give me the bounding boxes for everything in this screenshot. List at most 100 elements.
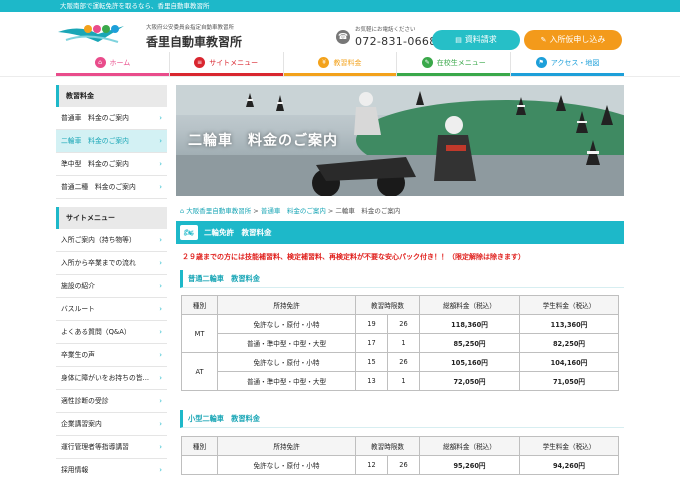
breadcrumb-separator: > bbox=[251, 207, 261, 215]
chevron-right-icon: › bbox=[159, 282, 162, 290]
nav-item-label: 教習料金 bbox=[333, 59, 362, 67]
table-row: 普通・準中型・中型・大型 13 1 72,050円 71,050円 bbox=[182, 371, 619, 391]
sidebar-item-label: 身体に障がいをお持ちの皆... bbox=[61, 374, 150, 382]
phone-number[interactable]: 072-831-0668 bbox=[355, 35, 437, 48]
header-hours: 教習時限数 bbox=[355, 295, 420, 315]
chevron-right-icon: › bbox=[159, 466, 162, 474]
sidebar-item-label: 採用情報 bbox=[61, 466, 89, 474]
nav-item-0[interactable]: ⌂ ホーム bbox=[56, 52, 170, 76]
futsu-nirin-price-table: 種別 所持免許 教習時限数 総額料金（税込） 学生料金（税込） MT 免許なし・原… bbox=[181, 295, 619, 391]
sidebar-item[interactable]: 普通車 料金のご案内 › bbox=[56, 107, 167, 130]
home-icon: ⌂ bbox=[94, 56, 106, 68]
cell-license: 免許なし・原付・小特 bbox=[217, 314, 356, 334]
cell-hours-1: 17 bbox=[355, 333, 388, 353]
sidebar-item[interactable]: 施設の紹介 › bbox=[56, 275, 167, 298]
home-icon: ⌂ bbox=[180, 207, 185, 215]
header-total: 総額料金（税込） bbox=[419, 295, 520, 315]
sidebar-item[interactable]: 準中型 料金のご案内 › bbox=[56, 153, 167, 176]
sidebar-item[interactable]: 普通二種 料金のご案内 › bbox=[56, 176, 167, 199]
nav-item-1[interactable]: ≡ サイトメニュー bbox=[169, 52, 284, 76]
nav-item-3[interactable]: ✎ 在校生メニュー bbox=[397, 52, 512, 76]
breadcrumb-parent[interactable]: 普通車 料金のご案内 bbox=[261, 207, 326, 215]
table-header-row: 種別 所持免許 教習時限数 総額料金（税込） 学生料金（税込） bbox=[181, 436, 619, 456]
sidebar-item[interactable]: 企業講習案内 › bbox=[56, 413, 167, 436]
map-icon: ⚑ bbox=[535, 56, 547, 68]
cell-hours-2: 26 bbox=[387, 352, 420, 372]
sidebar-item[interactable]: よくある質問（Q&A） › bbox=[56, 321, 167, 344]
breadcrumb: ⌂ 大阪香里自動車教習所 > 普通車 料金のご案内 > 二輪車 料金のご案内 bbox=[180, 205, 400, 215]
cell-total: 105,160円 bbox=[419, 352, 520, 372]
cell-total: 118,360円 bbox=[419, 314, 520, 334]
chevron-right-icon: › bbox=[159, 443, 162, 451]
section-title: 二輪免許 教習料金 bbox=[204, 228, 272, 237]
cell-hours-1: 13 bbox=[355, 371, 388, 391]
table-header-row: 種別 所持免許 教習時限数 総額料金（税込） 学生料金（税込） bbox=[181, 295, 619, 315]
cell-student: 71,050円 bbox=[519, 371, 619, 391]
student-icon: ✎ bbox=[421, 56, 433, 68]
school-logo-icon[interactable] bbox=[58, 20, 124, 50]
pre-application-label: 入所仮申し込み bbox=[549, 35, 606, 44]
cell-hours-1: 19 bbox=[355, 314, 388, 334]
sidebar-item-label: 準中型 料金のご案内 bbox=[61, 160, 129, 168]
cell-type: MT bbox=[181, 314, 218, 353]
header-student: 学生料金（税込） bbox=[519, 295, 619, 315]
cell-type bbox=[181, 455, 218, 475]
sidebar-item[interactable]: バスルート › bbox=[56, 298, 167, 321]
safety-pack-notice: ２９歳までの方には技能補習料、検定補習料、再検定料が不要な安心パック付き！！（限… bbox=[182, 253, 525, 261]
cell-type: AT bbox=[181, 352, 218, 391]
sidebar-item[interactable]: 卒業生の声 › bbox=[56, 344, 167, 367]
cell-license: 免許なし・原付・小特 bbox=[217, 455, 356, 475]
sidebar-item-label: 入所から卒業までの流れ bbox=[61, 259, 136, 267]
cell-hours-1: 12 bbox=[355, 455, 388, 475]
sidebar-item[interactable]: 入所ご案内（持ち物等） › bbox=[56, 229, 167, 252]
table-row: 免許なし・原付・小特 12 26 95,260円 94,260円 bbox=[181, 455, 619, 475]
chevron-right-icon: › bbox=[159, 183, 162, 191]
sidebar-heading-fees: 教習料金 bbox=[56, 85, 167, 107]
sidebar-item-label: 入所ご案内（持ち物等） bbox=[61, 236, 136, 244]
sidebar: 教習料金 普通車 料金のご案内 › 二輪車 料金のご案内 › 準中型 料金のご案内 › 普通… bbox=[56, 85, 167, 480]
sidebar-item[interactable]: 二輪車 料金のご案内 › bbox=[56, 130, 167, 153]
menu-icon: ≡ bbox=[194, 56, 206, 68]
cell-student: 94,260円 bbox=[519, 455, 619, 475]
sidebar-item[interactable]: 採用情報 › bbox=[56, 459, 167, 480]
breadcrumb-separator: > bbox=[325, 207, 336, 215]
sidebar-menu-list: 入所ご案内（持ち物等） › 入所から卒業までの流れ › 施設の紹介 › バスルート › よくある… bbox=[56, 229, 167, 480]
nav-item-label: アクセス・地図 bbox=[550, 59, 600, 67]
hero-title: 二輪車 料金のご案内 bbox=[188, 133, 338, 149]
pre-application-button[interactable]: ✎ 入所仮申し込み bbox=[524, 30, 622, 50]
cell-student: 82,250円 bbox=[519, 333, 619, 353]
brochure-request-label: 資料請求 bbox=[464, 35, 497, 44]
chevron-right-icon: › bbox=[159, 305, 162, 313]
section-heading-bar: 🏍 二輪免許 教習料金 bbox=[176, 221, 624, 244]
breadcrumb-home[interactable]: 大阪香里自動車教習所 bbox=[186, 207, 251, 215]
chevron-right-icon: › bbox=[159, 397, 162, 405]
nav-item-label: 在校生メニュー bbox=[436, 59, 486, 67]
motorcycle-icon: 🏍 bbox=[180, 225, 198, 240]
header-student: 学生料金（税込） bbox=[519, 436, 619, 456]
cell-hours-2: 26 bbox=[387, 455, 420, 475]
brochure-request-button[interactable]: ▤ 資料請求 bbox=[432, 30, 520, 50]
sidebar-item-label: 卒業生の声 bbox=[61, 351, 95, 359]
chevron-right-icon: › bbox=[159, 160, 162, 168]
nav-item-4[interactable]: ⚑ アクセス・地図 bbox=[511, 52, 624, 76]
header-type: 種別 bbox=[181, 436, 218, 456]
table-row: AT 免許なし・原付・小特 15 26 105,160円 104,160円 bbox=[181, 352, 619, 391]
sidebar-item[interactable]: 入所から卒業までの流れ › bbox=[56, 252, 167, 275]
nav-item-2[interactable]: ¥ 教習料金 bbox=[283, 52, 398, 76]
global-nav: ⌂ ホーム ≡ サイトメニュー ¥ 教習料金 ✎ 在校生メニュー ⚑ アクセス・地図 bbox=[56, 52, 624, 76]
sidebar-item-label: 適性診断の受診 bbox=[61, 397, 109, 405]
header-total: 総額料金（税込） bbox=[419, 436, 520, 456]
top-strip-text: 大阪南部で運転免許を取るなら、香里自動車教習所 bbox=[60, 2, 210, 10]
sidebar-item[interactable]: 適性診断の受診 › bbox=[56, 390, 167, 413]
chevron-right-icon: › bbox=[159, 420, 162, 428]
phone-label: お気軽にお電話ください bbox=[355, 27, 416, 33]
chevron-right-icon: › bbox=[159, 137, 162, 145]
sidebar-item[interactable]: 運行管理者等指導講習 › bbox=[56, 436, 167, 459]
nav-item-label: サイトメニュー bbox=[209, 59, 259, 67]
cell-total: 95,260円 bbox=[419, 455, 520, 475]
hero-image: 二輪車 料金のご案内 bbox=[176, 85, 624, 196]
sidebar-item-label: 普通車 料金のご案内 bbox=[61, 114, 129, 122]
school-name[interactable]: 香里自動車教習所 bbox=[146, 33, 242, 50]
sidebar-item[interactable]: 身体に障がいをお持ちの皆... › bbox=[56, 367, 167, 390]
